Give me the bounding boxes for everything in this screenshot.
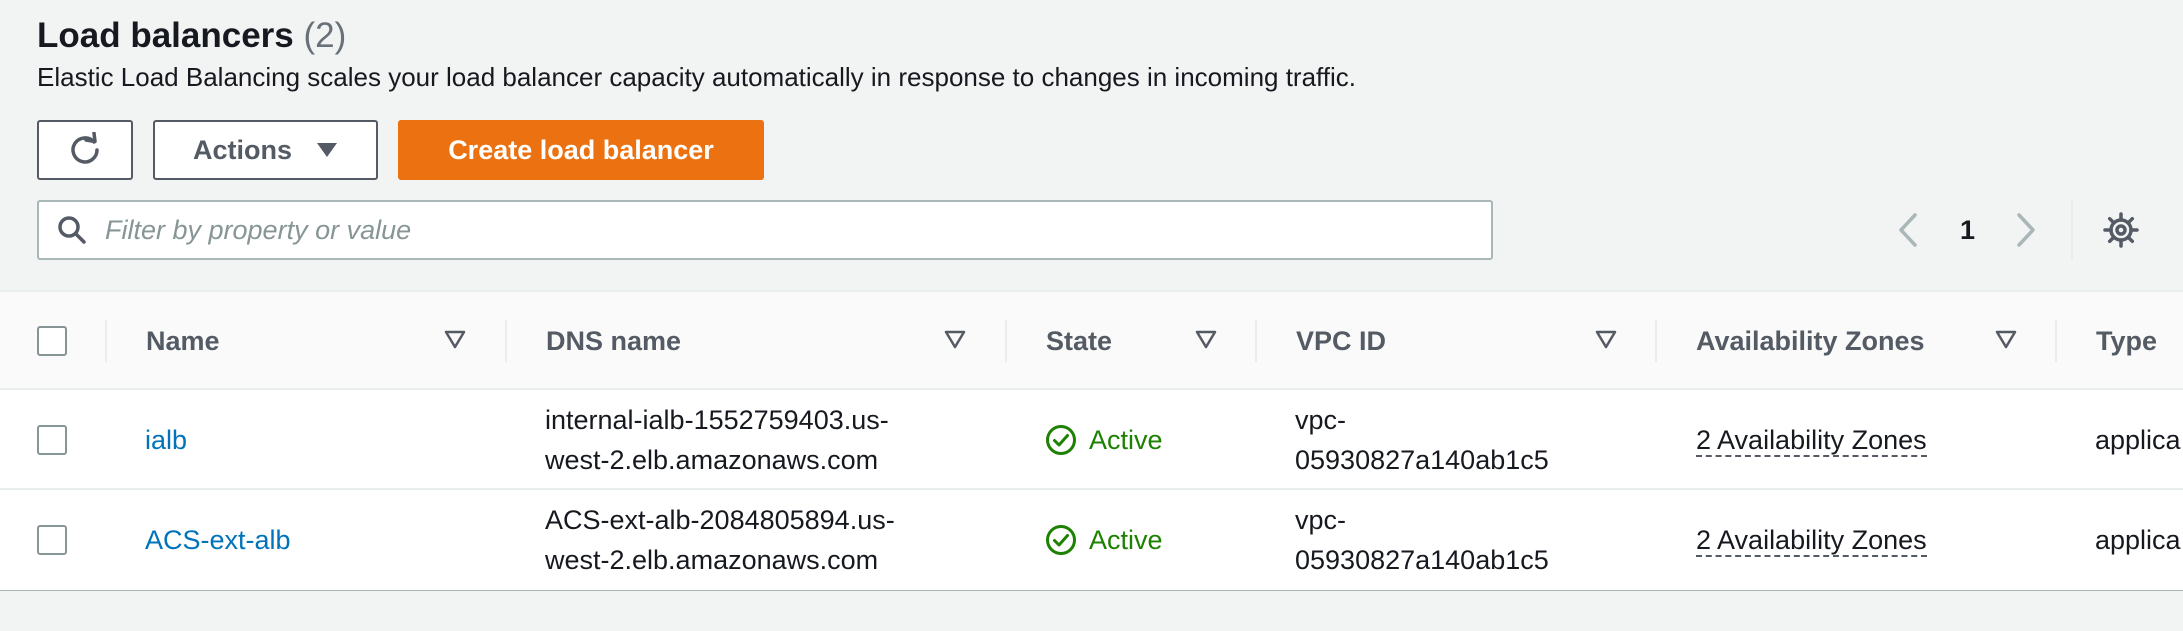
vpc-id-line: 05930827a140ab1c5 xyxy=(1295,445,1549,475)
vpc-id: vpc- 05930827a140ab1c5 xyxy=(1295,500,1549,580)
type: applica xyxy=(2095,525,2181,555)
create-load-balancer-button[interactable]: Create load balancer xyxy=(398,120,764,180)
column-divider xyxy=(1655,320,1657,362)
column-header-name[interactable]: Name xyxy=(146,292,220,390)
select-all-checkbox[interactable] xyxy=(37,326,67,356)
availability-zones-popover[interactable]: 2 Availability Zones xyxy=(1696,425,1927,457)
load-balancer-name-link[interactable]: ACS-ext-alb xyxy=(145,520,291,560)
page-header: Load balancers (2) xyxy=(37,14,346,58)
actions-label: Actions xyxy=(192,134,292,165)
state-text: Active xyxy=(1089,525,1163,555)
vpc-id: vpc- 05930827a140ab1c5 xyxy=(1295,400,1549,480)
column-divider xyxy=(1255,320,1257,362)
actions-dropdown-button[interactable]: Actions xyxy=(153,120,378,180)
dns-name-line: internal-ialb-1552759403.us- xyxy=(545,405,889,435)
dns-name: ACS-ext-alb-2084805894.us- west-2.elb.am… xyxy=(545,500,895,580)
next-page-button[interactable] xyxy=(2014,208,2038,252)
status-badge: Active xyxy=(1045,520,1163,560)
column-header-availability-zones[interactable]: Availability Zones xyxy=(1696,292,1925,390)
pagination-divider xyxy=(2071,200,2073,260)
column-header-dns-name[interactable]: DNS name xyxy=(546,292,681,390)
table-row[interactable]: ialb internal-ialb-1552759403.us- west-2… xyxy=(0,390,2183,490)
type: applica xyxy=(2095,425,2181,455)
chevron-right-icon xyxy=(2017,213,2035,247)
page-title-text: Load balancers xyxy=(37,16,294,55)
row-checkbox[interactable] xyxy=(37,525,67,555)
sort-icon xyxy=(944,330,966,349)
column-header-state[interactable]: State xyxy=(1046,292,1112,390)
load-balancers-table: Name DNS name State VPC ID Availability … xyxy=(0,290,2183,591)
column-divider xyxy=(2055,320,2057,362)
current-page-number[interactable]: 1 xyxy=(1960,208,1975,252)
sort-icon xyxy=(1195,330,1217,349)
sort-icon xyxy=(1995,330,2017,349)
table-row[interactable]: ACS-ext-alb ACS-ext-alb-2084805894.us- w… xyxy=(0,490,2183,590)
gear-icon xyxy=(2103,212,2139,248)
sort-icon xyxy=(1595,330,1617,349)
state-text: Active xyxy=(1089,425,1163,455)
dns-name-line: west-2.elb.amazonaws.com xyxy=(545,445,879,475)
search-icon xyxy=(58,216,86,244)
refresh-icon xyxy=(71,132,99,164)
sort-icon xyxy=(444,330,466,349)
filter-bar xyxy=(37,200,1493,260)
page-description: Elastic Load Balancing scales your load … xyxy=(37,62,1357,92)
dns-name: internal-ialb-1552759403.us- west-2.elb.… xyxy=(545,400,889,480)
refresh-button[interactable] xyxy=(37,120,133,180)
vpc-id-line: vpc- xyxy=(1295,405,1347,435)
column-header-vpc-id[interactable]: VPC ID xyxy=(1296,292,1386,390)
previous-page-button[interactable] xyxy=(1896,208,1920,252)
load-balancer-count: (2) xyxy=(303,16,347,55)
availability-zones[interactable]: 2 Availability Zones xyxy=(1696,420,1927,460)
column-header-type[interactable]: Type xyxy=(2096,292,2157,390)
chevron-left-icon xyxy=(1899,213,1917,247)
table-settings-button[interactable] xyxy=(2103,208,2139,252)
availability-zones[interactable]: 2 Availability Zones xyxy=(1696,520,1927,560)
availability-zones-popover[interactable]: 2 Availability Zones xyxy=(1696,525,1927,557)
column-divider xyxy=(505,320,507,362)
column-divider xyxy=(1005,320,1007,362)
status-badge: Active xyxy=(1045,420,1163,460)
load-balancers-page: Load balancers (2) Elastic Load Balancin… xyxy=(0,0,2183,631)
dns-name-line: ACS-ext-alb-2084805894.us- xyxy=(545,505,895,535)
vpc-id-line: 05930827a140ab1c5 xyxy=(1295,545,1549,575)
load-balancer-name-link[interactable]: ialb xyxy=(145,420,187,460)
vpc-id-line: vpc- xyxy=(1295,505,1347,535)
dns-name-line: west-2.elb.amazonaws.com xyxy=(545,545,879,575)
filter-input[interactable] xyxy=(105,214,1455,246)
check-circle-icon xyxy=(1046,425,1076,455)
column-divider xyxy=(105,320,107,362)
check-circle-icon xyxy=(1046,525,1076,555)
row-checkbox[interactable] xyxy=(37,425,67,455)
page-title: Load balancers (2) xyxy=(37,14,346,58)
table-header: Name DNS name State VPC ID Availability … xyxy=(0,292,2183,390)
caret-down-icon xyxy=(317,143,337,157)
